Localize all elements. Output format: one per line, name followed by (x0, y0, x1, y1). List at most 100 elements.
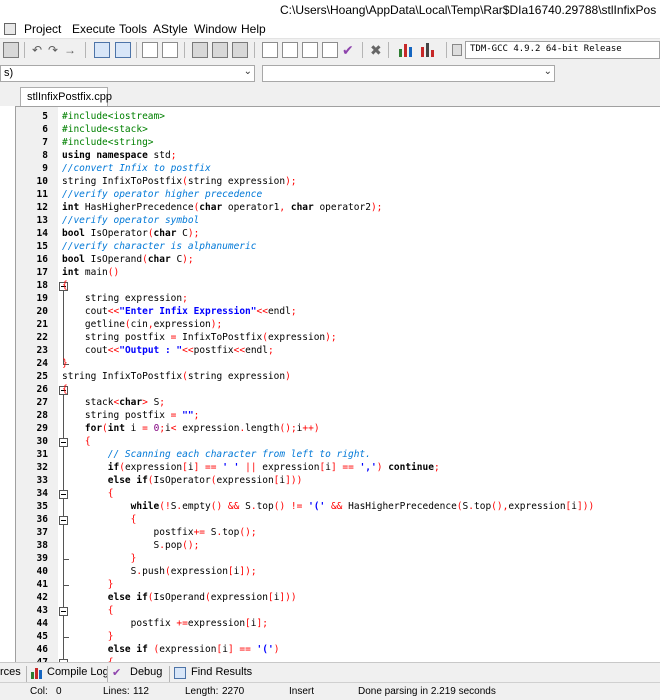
member-select[interactable]: ⌄ (262, 65, 555, 82)
print-icon[interactable] (3, 42, 19, 58)
code-line[interactable]: string InfixToPostfix(string expression)… (62, 175, 297, 188)
code-line[interactable]: string InfixToPostfix(string expression) (62, 370, 291, 383)
status-col-value: 0 (56, 686, 62, 697)
code-line[interactable]: { (62, 383, 68, 396)
save-all-icon[interactable] (322, 42, 338, 58)
menu-help[interactable]: Help (241, 22, 266, 36)
code-line[interactable]: } (62, 578, 114, 591)
check-icon[interactable]: ✔ (342, 42, 354, 59)
menu-project[interactable]: Project (24, 22, 61, 36)
code-token: for (62, 423, 103, 434)
menu-window[interactable]: Window (194, 22, 237, 36)
code-line[interactable]: getline(cin,expression); (62, 318, 222, 331)
code-line[interactable]: cout<<"Enter Infix Expression"<<endl; (62, 305, 297, 318)
code-token: char (153, 228, 177, 239)
line-number: 25 (36, 371, 48, 382)
forward-icon[interactable]: → (64, 43, 76, 57)
tab-debug[interactable]: Debug (130, 666, 162, 678)
menu-tools[interactable]: Tools (119, 22, 147, 36)
bookmark-back-icon[interactable] (192, 42, 208, 58)
code-line[interactable]: else if(IsOperand(expression[i])) (62, 591, 297, 604)
scope-select[interactable]: s) ⌄ (0, 65, 255, 82)
line-number: 28 (36, 410, 48, 421)
code-token: { (62, 514, 137, 525)
code-line[interactable]: } (62, 357, 68, 370)
code-line[interactable]: for(int i = 0;i< expression.length();i++… (62, 422, 320, 435)
tab-find-results[interactable]: Find Results (191, 666, 252, 678)
close-icon[interactable]: ✖ (370, 42, 382, 59)
code-line[interactable]: } (62, 552, 137, 565)
class-browser-bar: s) ⌄ ⌄ (0, 60, 660, 86)
code-token: main (79, 267, 108, 278)
find-icon[interactable] (94, 42, 110, 58)
code-line[interactable]: #include<iostream> (62, 110, 165, 123)
code-line[interactable]: S.push(expression[i]); (62, 565, 257, 578)
file-tab[interactable]: stlInfixPostfix.cpp (20, 87, 112, 107)
undo-icon[interactable]: ↶ (32, 43, 42, 57)
code-token: int (62, 267, 80, 278)
toolbar-separator (388, 42, 389, 58)
code-line[interactable]: //verify character is alphanumeric (62, 240, 256, 253)
new-class-icon[interactable] (262, 42, 278, 58)
code-line[interactable]: { (62, 604, 114, 617)
code-line[interactable]: // Scanning each character from left to … (62, 448, 371, 461)
resources-tab[interactable]: rces (0, 666, 21, 678)
code-line[interactable]: S.pop(); (62, 539, 200, 552)
code-line[interactable]: else if (expression[i] == '(') (62, 643, 280, 656)
menu-icon[interactable] (4, 23, 16, 35)
code-line[interactable]: else if(IsOperator(expression[i])) (62, 474, 303, 487)
bookmark-icon[interactable] (232, 42, 248, 58)
code-line[interactable]: string postfix = ""; (62, 409, 199, 422)
code-editor[interactable]: #include<iostream> #include<stack> #includ… (62, 107, 660, 662)
code-token: (); (239, 527, 257, 538)
tab-compile-log[interactable]: Compile Log (47, 666, 109, 678)
code-line[interactable]: cout<<"Output : "<<postfix<<endl; (62, 344, 274, 357)
code-line[interactable]: #include<stack> (62, 123, 148, 136)
code-line[interactable]: //convert Infix to postfix (62, 162, 211, 175)
goto-line-icon[interactable] (142, 42, 158, 58)
menu-execute[interactable]: Execute (72, 22, 115, 36)
code-line[interactable]: string expression; (62, 292, 188, 305)
line-number: 12 (36, 202, 48, 213)
code-line[interactable]: bool IsOperator(char C); (62, 227, 199, 240)
code-line[interactable]: { (62, 435, 91, 448)
tab-separator (169, 666, 170, 682)
redo-icon[interactable]: ↷ (48, 43, 58, 57)
code-token: expression (159, 644, 217, 655)
code-token: //convert Infix to postfix (62, 163, 211, 174)
code-line[interactable]: int HasHigherPrecedence(char operator1, … (62, 201, 382, 214)
line-number: 6 (42, 124, 48, 135)
status-col-label: Col: (30, 686, 48, 697)
menu-astyle[interactable]: AStyle (153, 22, 188, 36)
profile-icon[interactable] (420, 42, 436, 58)
code-line[interactable]: } (62, 630, 114, 643)
code-line[interactable]: { (62, 279, 68, 292)
code-line[interactable]: int main() (62, 266, 119, 279)
bookmark-forward-icon[interactable] (212, 42, 228, 58)
open-project-icon[interactable] (302, 42, 318, 58)
indent-icon[interactable] (162, 42, 178, 58)
code-line[interactable]: postfix +=expression[i]; (62, 617, 268, 630)
code-line[interactable]: if(expression[i] == ' ' || expression[i]… (62, 461, 440, 474)
code-line[interactable]: string postfix = InfixToPostfix(expressi… (62, 331, 337, 344)
code-line[interactable]: postfix+= S.top(); (62, 526, 257, 539)
code-token: //verify operator higher precedence (62, 189, 263, 200)
code-line[interactable]: using namespace std; (62, 149, 176, 162)
code-token: postfix (62, 527, 194, 538)
code-line[interactable]: //verify operator symbol (62, 214, 199, 227)
code-line[interactable]: while(!S.empty() && S.top() != '(' && Ha… (62, 500, 595, 513)
code-line[interactable]: #include<string> (62, 136, 154, 149)
code-line[interactable]: stack<char> S; (62, 396, 165, 409)
code-token: } (62, 579, 114, 590)
chart-icon[interactable] (398, 42, 414, 58)
code-line[interactable]: bool IsOperand(char C); (62, 253, 194, 266)
compiler-select[interactable]: TDM-GCC 4.9.2 64-bit Release (465, 41, 660, 59)
status-bar: Col: 0 Lines: 112 Length: 2270 Insert Do… (0, 682, 660, 700)
code-line[interactable]: { (62, 487, 114, 500)
code-line[interactable]: { (62, 513, 137, 526)
project-icon[interactable] (282, 42, 298, 58)
code-token: #include<string> (62, 137, 154, 148)
debug-check-icon: ✔ (112, 667, 122, 679)
code-line[interactable]: //verify operator higher precedence (62, 188, 262, 201)
replace-icon[interactable] (115, 42, 131, 58)
